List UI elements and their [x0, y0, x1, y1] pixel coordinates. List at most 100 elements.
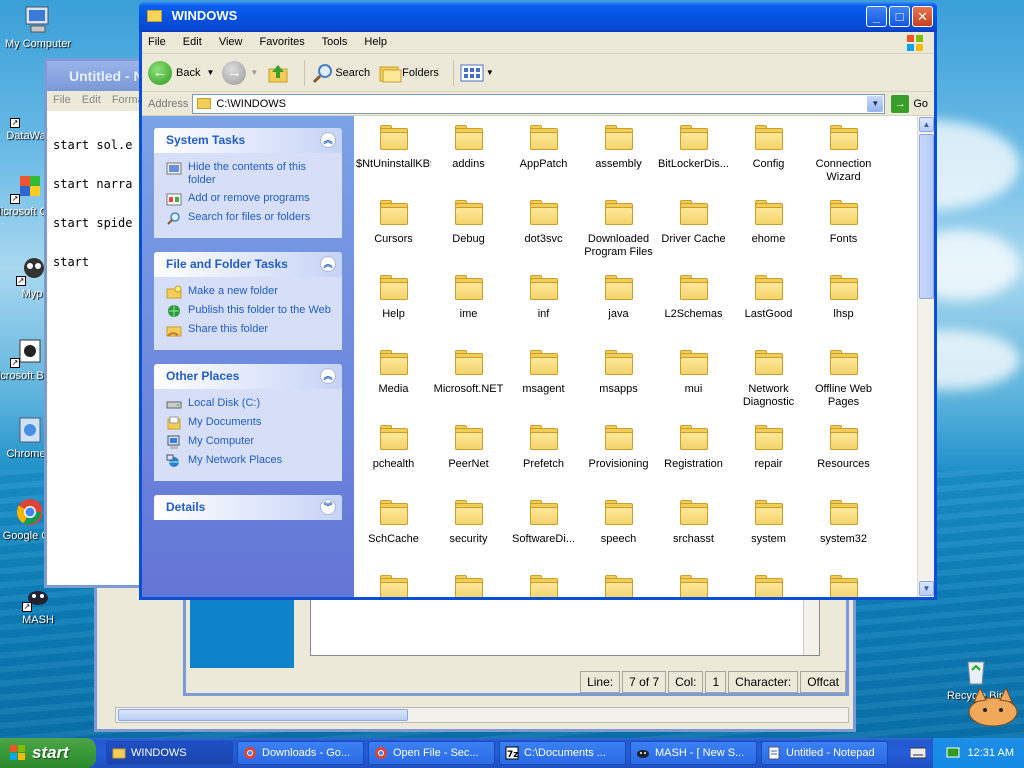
folder-item[interactable]: SoftwareDi... — [506, 495, 581, 570]
desktop-icon-my-computer[interactable]: My Computer — [0, 4, 76, 50]
folder-item[interactable]: msagent — [506, 345, 581, 420]
folder-item[interactable]: Config — [731, 120, 806, 195]
folder-item[interactable]: PeerNet — [431, 420, 506, 495]
folder-item[interactable]: L2Schemas — [656, 270, 731, 345]
folder-item[interactable]: AppPatch — [506, 120, 581, 195]
expand-chevron-icon[interactable]: ︾ — [320, 499, 336, 515]
folder-item[interactable]: speech — [581, 495, 656, 570]
file-view[interactable]: $NtUninstallKB968930$ addins AppPatch assem… — [354, 116, 934, 597]
folder-item[interactable]: Network Diagnostic — [731, 345, 806, 420]
task-hide-contents[interactable]: Hide the contents of this folder — [166, 161, 332, 187]
folder-item[interactable]: Microsoft.NET — [431, 345, 506, 420]
quick-launch-keyboard[interactable] — [904, 738, 932, 768]
task-add-remove-programs[interactable]: Add or remove programs — [166, 192, 332, 206]
menu-help[interactable]: Help — [364, 36, 387, 48]
menu-edit[interactable]: Edit — [82, 94, 101, 106]
folder-item[interactable]: Connection Wizard — [806, 120, 881, 195]
menu-tools[interactable]: Tools — [322, 36, 348, 48]
folder-item[interactable]: mui — [656, 345, 731, 420]
details-header[interactable]: Details ︾ — [154, 495, 342, 520]
file-folder-tasks-header[interactable]: File and Folder Tasks ︽ — [154, 252, 342, 277]
scroll-thumb[interactable] — [118, 709, 408, 721]
notepad-window-background[interactable]: Untitled - N File Edit Forma start sol.e… — [44, 58, 154, 588]
folder-item[interactable]: Provisioning — [581, 420, 656, 495]
other-places-header[interactable]: Other Places ︽ — [154, 364, 342, 389]
task-search-files[interactable]: Search for files or folders — [166, 211, 332, 225]
folder-item[interactable]: Offline Web Pages — [806, 345, 881, 420]
folder-item[interactable]: lhsp — [806, 270, 881, 345]
folder-item[interactable]: Help — [356, 270, 431, 345]
folder-item[interactable] — [506, 570, 581, 597]
folder-item[interactable]: msapps — [581, 345, 656, 420]
menu-file[interactable]: File — [148, 36, 166, 48]
minimize-button[interactable]: _ — [866, 6, 887, 27]
file-view-scrollbar[interactable]: ▲ ▼ — [917, 116, 934, 597]
folder-item[interactable] — [806, 570, 881, 597]
folder-item[interactable]: system — [731, 495, 806, 570]
scroll-thumb[interactable] — [919, 134, 934, 299]
system-tasks-header[interactable]: System Tasks ︽ — [154, 128, 342, 153]
folder-item[interactable]: Prefetch — [506, 420, 581, 495]
place-my-computer[interactable]: My Computer — [166, 435, 332, 449]
task-notepad[interactable]: Untitled - Notepad — [761, 741, 888, 765]
folder-item[interactable] — [581, 570, 656, 597]
close-button[interactable]: ✕ — [912, 6, 933, 27]
folder-item[interactable]: system32 — [806, 495, 881, 570]
task-7zip-documents[interactable]: 7z C:\Documents ... — [499, 741, 626, 765]
folder-item[interactable]: srchasst — [656, 495, 731, 570]
background-inner-window[interactable]: Line: 7 of 7 Col: 1 Character: Offcat — [183, 588, 849, 696]
task-windows-explorer[interactable]: WINDOWS — [106, 741, 233, 765]
menu-favorites[interactable]: Favorites — [260, 36, 305, 48]
folder-item[interactable]: Media — [356, 345, 431, 420]
collapse-chevron-icon[interactable]: ︽ — [320, 256, 336, 272]
task-publish-folder[interactable]: Publish this folder to the Web — [166, 304, 332, 318]
folder-item[interactable]: BitLockerDis... — [656, 120, 731, 195]
folder-item[interactable]: ime — [431, 270, 506, 345]
maximize-button[interactable]: □ — [889, 6, 910, 27]
folder-item[interactable]: $NtUninstallKB968930$ — [356, 120, 431, 195]
folder-item[interactable]: ehome — [731, 195, 806, 270]
folder-item[interactable] — [356, 570, 431, 597]
scroll-up-button[interactable]: ▲ — [919, 117, 934, 132]
folder-item[interactable]: Cursors — [356, 195, 431, 270]
start-button[interactable]: start — [0, 738, 96, 768]
folder-item[interactable]: addins — [431, 120, 506, 195]
folder-item[interactable]: Resources — [806, 420, 881, 495]
task-chrome-downloads[interactable]: Downloads - Go... — [237, 741, 364, 765]
folder-item[interactable] — [431, 570, 506, 597]
place-my-documents[interactable]: My Documents — [166, 416, 332, 430]
folder-item[interactable]: Downloaded Program Files — [581, 195, 656, 270]
task-mash[interactable]: MASH - [ New S... — [630, 741, 757, 765]
collapse-chevron-icon[interactable]: ︽ — [320, 368, 336, 384]
folder-item[interactable]: Fonts — [806, 195, 881, 270]
folders-button[interactable]: Folders — [378, 61, 439, 85]
folder-item[interactable]: LastGood — [731, 270, 806, 345]
menu-view[interactable]: View — [219, 36, 243, 48]
folder-item[interactable]: repair — [731, 420, 806, 495]
folder-item[interactable]: assembly — [581, 120, 656, 195]
menu-file[interactable]: File — [53, 94, 71, 106]
back-button[interactable]: ← Back ▼ — [148, 60, 214, 85]
collapse-chevron-icon[interactable]: ︽ — [320, 132, 336, 148]
place-my-network-places[interactable]: My Network Places — [166, 454, 332, 468]
network-tray-icon[interactable] — [946, 746, 960, 760]
place-local-disk[interactable]: Local Disk (C:) — [166, 397, 332, 411]
folder-item[interactable]: java — [581, 270, 656, 345]
forward-button[interactable]: → ▼ — [222, 60, 258, 85]
folder-item[interactable]: pchealth — [356, 420, 431, 495]
folder-item[interactable]: Driver Cache — [656, 195, 731, 270]
folder-item[interactable]: dot3svc — [506, 195, 581, 270]
folder-item[interactable]: SchCache — [356, 495, 431, 570]
search-button[interactable]: Search — [311, 61, 370, 85]
folder-item[interactable]: Debug — [431, 195, 506, 270]
address-dropdown-chevron-icon[interactable]: ▼ — [867, 95, 884, 112]
up-folder-button[interactable] — [266, 61, 290, 85]
folder-item[interactable]: inf — [506, 270, 581, 345]
scroll-down-button[interactable]: ▼ — [919, 581, 934, 596]
task-make-new-folder[interactable]: Make a new folder — [166, 285, 332, 299]
address-input[interactable]: C:\WINDOWS ▼ — [192, 93, 886, 114]
folder-item[interactable] — [731, 570, 806, 597]
task-share-folder[interactable]: Share this folder — [166, 323, 332, 337]
folder-item[interactable]: security — [431, 495, 506, 570]
explorer-titlebar[interactable]: WINDOWS _ □ ✕ — [139, 2, 937, 32]
